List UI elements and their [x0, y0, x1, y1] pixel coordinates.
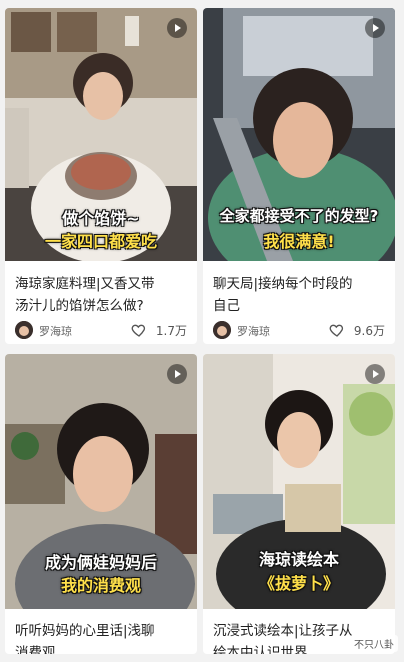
caption-top: 全家都接受不了的发型? [219, 207, 379, 225]
like-icon[interactable] [329, 322, 345, 338]
video-title[interactable]: 听听妈妈的心里话|浅聊 消费观 [15, 620, 187, 654]
author-name[interactable]: 罗海琼 [39, 323, 72, 339]
author-avatar[interactable] [213, 321, 231, 339]
video-title[interactable]: 海琼家庭料理|又香又带 汤汁儿的馅饼怎么做? [15, 273, 187, 317]
play-icon [365, 18, 385, 38]
caption-top: 做个馅饼~ [62, 209, 140, 228]
video-card[interactable]: 成为俩娃妈妈后 我的消费观 听听妈妈的心里话|浅聊 消费观 [5, 354, 197, 654]
title-line: 消费观 [15, 645, 56, 654]
like-icon[interactable] [131, 322, 147, 338]
play-icon [365, 364, 385, 384]
play-icon [167, 364, 187, 384]
author-avatar[interactable] [15, 321, 33, 339]
caption-bottom: 一家四口都爱吃 [44, 232, 157, 251]
caption-bottom: 我很满意! [263, 232, 335, 251]
card-meta: 罗海琼 1.7万 [15, 321, 187, 341]
like-count: 1.7万 [155, 324, 187, 338]
like-count: 9.6万 [353, 324, 385, 338]
title-line: 聊天局|接纳每个时段的 [213, 276, 353, 292]
caption-top: 海琼读绘本 [258, 550, 339, 569]
caption-top: 成为俩娃妈妈后 [44, 553, 157, 572]
card-meta: 罗海琼 9.6万 [213, 321, 385, 341]
title-line: 自己 [213, 298, 240, 314]
video-thumbnail[interactable]: 海琼读绘本 《拔萝卜》 [203, 354, 395, 609]
video-thumbnail[interactable]: 做个馅饼~ 一家四口都爱吃 [5, 8, 197, 261]
title-line: 汤汁儿的馅饼怎么做? [15, 298, 144, 314]
video-title[interactable]: 聊天局|接纳每个时段的 自己 [213, 273, 385, 317]
caption-bottom: 《拔萝卜》 [258, 574, 339, 593]
title-line: 海琼家庭料理|又香又带 [15, 276, 155, 292]
play-icon [167, 18, 187, 38]
video-feed: 做个馅饼~ 一家四口都爱吃 海琼家庭料理|又香又带 汤汁儿的馅饼怎么做? 罗海琼… [0, 0, 404, 662]
author-name[interactable]: 罗海琼 [237, 323, 270, 339]
title-line: 听听妈妈的心里话|浅聊 [15, 623, 155, 639]
video-card[interactable]: 海琼读绘本 《拔萝卜》 沉浸式读绘本|让孩子从 绘本中认识世界 [203, 354, 395, 654]
watermark: 不只八卦 [350, 635, 398, 652]
caption-bottom: 我的消费观 [60, 576, 141, 595]
video-thumbnail[interactable]: 全家都接受不了的发型? 我很满意! [203, 8, 395, 261]
video-card[interactable]: 做个馅饼~ 一家四口都爱吃 海琼家庭料理|又香又带 汤汁儿的馅饼怎么做? 罗海琼… [5, 8, 197, 344]
video-card[interactable]: 全家都接受不了的发型? 我很满意! 聊天局|接纳每个时段的 自己 罗海琼 9.6… [203, 8, 395, 344]
video-thumbnail[interactable]: 成为俩娃妈妈后 我的消费观 [5, 354, 197, 609]
